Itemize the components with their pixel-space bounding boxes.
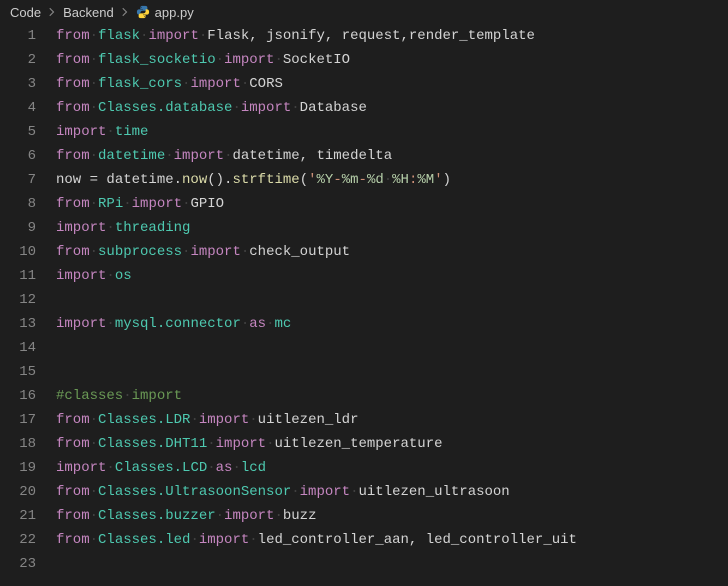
line-number: 9 (0, 216, 36, 240)
code-line[interactable] (56, 552, 728, 576)
code-line[interactable] (56, 360, 728, 384)
code-line[interactable]: #classes·import (56, 384, 728, 408)
code-line[interactable]: from·Classes.led·import·led_controller_a… (56, 528, 728, 552)
line-number-gutter: 1234567891011121314151617181920212223 (0, 24, 56, 586)
line-number: 18 (0, 432, 36, 456)
line-number: 2 (0, 48, 36, 72)
line-number: 4 (0, 96, 36, 120)
code-line[interactable]: from·Classes.DHT11·import·uitlezen_tempe… (56, 432, 728, 456)
line-number: 7 (0, 168, 36, 192)
code-line[interactable]: now = datetime.now().strftime('%Y-%m-%d·… (56, 168, 728, 192)
code-line[interactable]: import·os (56, 264, 728, 288)
line-number: 16 (0, 384, 36, 408)
code-line[interactable] (56, 336, 728, 360)
code-line[interactable]: from·Classes.buzzer·import·buzz (56, 504, 728, 528)
code-line[interactable]: import·mysql.connector·as·mc (56, 312, 728, 336)
line-number: 12 (0, 288, 36, 312)
breadcrumb: Code Backend app.py (0, 0, 728, 24)
line-number: 8 (0, 192, 36, 216)
line-number: 21 (0, 504, 36, 528)
code-line[interactable]: from·flask_cors·import·CORS (56, 72, 728, 96)
code-editor[interactable]: 1234567891011121314151617181920212223 fr… (0, 24, 728, 586)
code-line[interactable]: import·time (56, 120, 728, 144)
code-line[interactable]: from·flask_socketio·import·SocketIO (56, 48, 728, 72)
line-number: 3 (0, 72, 36, 96)
line-number: 15 (0, 360, 36, 384)
breadcrumb-item[interactable]: Code (10, 5, 41, 20)
code-content[interactable]: from·flask·import·Flask, jsonify, reques… (56, 24, 728, 586)
code-line[interactable]: from·flask·import·Flask, jsonify, reques… (56, 24, 728, 48)
code-line[interactable]: from·Classes.UltrasoonSensor·import·uitl… (56, 480, 728, 504)
line-number: 10 (0, 240, 36, 264)
python-icon (136, 5, 150, 19)
line-number: 13 (0, 312, 36, 336)
chevron-right-icon (46, 6, 58, 18)
line-number: 14 (0, 336, 36, 360)
code-line[interactable]: from·Classes.database·import·Database (56, 96, 728, 120)
breadcrumb-item[interactable]: Backend (63, 5, 114, 20)
line-number: 1 (0, 24, 36, 48)
line-number: 22 (0, 528, 36, 552)
chevron-right-icon (119, 6, 131, 18)
line-number: 20 (0, 480, 36, 504)
code-line[interactable]: from·subprocess·import·check_output (56, 240, 728, 264)
code-line[interactable]: from·RPi·import·GPIO (56, 192, 728, 216)
code-line[interactable]: import·threading (56, 216, 728, 240)
code-line[interactable] (56, 288, 728, 312)
code-line[interactable]: from·Classes.LDR·import·uitlezen_ldr (56, 408, 728, 432)
line-number: 11 (0, 264, 36, 288)
line-number: 6 (0, 144, 36, 168)
line-number: 19 (0, 456, 36, 480)
line-number: 17 (0, 408, 36, 432)
line-number: 5 (0, 120, 36, 144)
code-line[interactable]: import·Classes.LCD·as·lcd (56, 456, 728, 480)
line-number: 23 (0, 552, 36, 576)
breadcrumb-file[interactable]: app.py (155, 5, 194, 20)
code-line[interactable]: from·datetime·import·datetime, timedelta (56, 144, 728, 168)
